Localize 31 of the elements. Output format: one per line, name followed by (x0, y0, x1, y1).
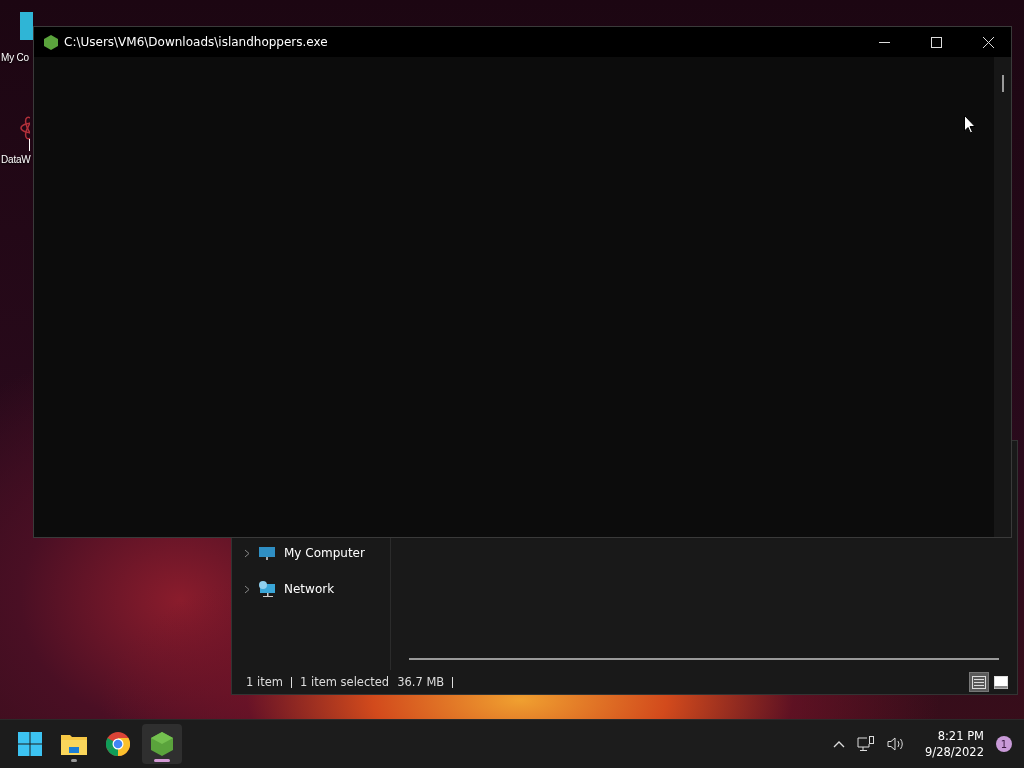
nav-item[interactable]: Network (232, 581, 390, 597)
desktop-icon-label[interactable]: DataW (1, 154, 31, 165)
horizontal-scrollbar[interactable] (409, 658, 999, 660)
details-view-button[interactable] (969, 672, 989, 692)
item-count: 1 item (246, 675, 283, 689)
clock-time: 8:21 PM (937, 729, 984, 743)
chevron-up-icon[interactable] (833, 740, 846, 748)
monitor-icon (258, 545, 276, 561)
notification-badge[interactable]: 1 (996, 736, 1012, 752)
window-title: C:\Users\VM6\Downloads\islandhoppers.exe (64, 35, 328, 49)
network-icon[interactable] (857, 736, 876, 752)
network-icon (258, 581, 276, 597)
folder-icon (61, 733, 87, 755)
chevron-icon (244, 548, 250, 558)
clock[interactable]: 8:21 PM 9/28/2022 (925, 729, 984, 759)
close-icon (982, 36, 994, 48)
chrome-icon (106, 732, 130, 756)
maximize-icon (930, 36, 942, 48)
windows-logo-icon (18, 732, 42, 756)
speaker-icon[interactable] (887, 736, 906, 752)
desktop-icon-label[interactable]: My Co (1, 52, 29, 63)
chevron-icon (244, 584, 250, 594)
cube-taskbar-button[interactable] (142, 724, 182, 764)
selection-size: 36.7 MB (397, 675, 445, 689)
mouse-cursor-icon (964, 115, 976, 134)
vertical-scrollbar[interactable] (994, 57, 1011, 537)
clock-date: 9/28/2022 (925, 745, 984, 759)
cube-icon (44, 34, 58, 50)
cube-icon (151, 732, 173, 756)
nav-item[interactable]: My Computer (232, 545, 390, 561)
selection-count: 1 item selected (299, 675, 390, 689)
